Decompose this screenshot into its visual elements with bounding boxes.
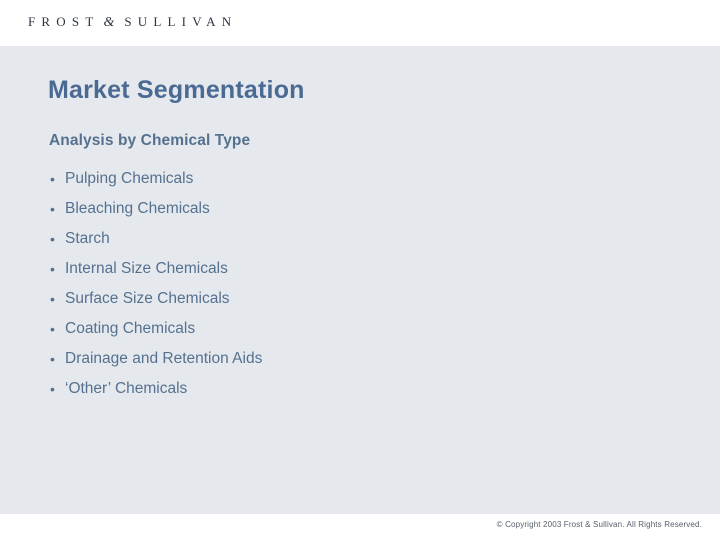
chemical-type-list: • Pulping Chemicals • Bleaching Chemical… xyxy=(48,164,648,404)
footer-band: © Copyright 2003 Frost & Sullivan. All R… xyxy=(0,514,720,540)
slide-body: Market Segmentation Analysis by Chemical… xyxy=(0,46,720,514)
ampersand-icon: & xyxy=(103,15,115,30)
list-item: • Drainage and Retention Aids xyxy=(48,344,648,374)
list-item: • Pulping Chemicals xyxy=(48,164,648,194)
bullet-icon: • xyxy=(50,261,55,277)
slide-subtitle: Analysis by Chemical Type xyxy=(49,132,251,149)
list-item: • ‘Other’ Chemicals xyxy=(48,374,648,404)
bullet-icon: • xyxy=(50,321,55,337)
list-item-label: Surface Size Chemicals xyxy=(65,290,230,307)
slide: FROST & SULLIVAN Market Segmentation Ana… xyxy=(0,0,720,540)
list-item-label: Coating Chemicals xyxy=(65,320,196,337)
list-item: • Internal Size Chemicals xyxy=(48,254,648,284)
bullet-icon: • xyxy=(50,381,55,397)
list-item-label: Pulping Chemicals xyxy=(65,170,194,187)
list-item: • Bleaching Chemicals xyxy=(48,194,648,224)
bullet-icon: • xyxy=(50,351,55,367)
logo-word-frost: FROST xyxy=(28,14,100,29)
list-item: • Surface Size Chemicals xyxy=(48,284,648,314)
bullet-icon: • xyxy=(50,231,55,247)
list-item-label: ‘Other’ Chemicals xyxy=(65,380,188,397)
bullet-icon: • xyxy=(50,171,55,187)
list-item-label: Internal Size Chemicals xyxy=(65,260,228,277)
list-item: • Starch xyxy=(48,224,648,254)
list-item: • Coating Chemicals xyxy=(48,314,648,344)
list-item-label: Starch xyxy=(65,230,110,247)
bullet-icon: • xyxy=(50,201,55,217)
frost-sullivan-logo: FROST & SULLIVAN xyxy=(28,14,237,31)
copyright-notice: © Copyright 2003 Frost & Sullivan. All R… xyxy=(496,520,702,529)
page-title: Market Segmentation xyxy=(48,76,305,104)
list-item-label: Bleaching Chemicals xyxy=(65,200,210,217)
list-item-label: Drainage and Retention Aids xyxy=(65,350,263,367)
bullet-icon: • xyxy=(50,291,55,307)
header-band: FROST & SULLIVAN xyxy=(0,0,720,46)
logo-word-sullivan: SULLIVAN xyxy=(124,14,238,29)
